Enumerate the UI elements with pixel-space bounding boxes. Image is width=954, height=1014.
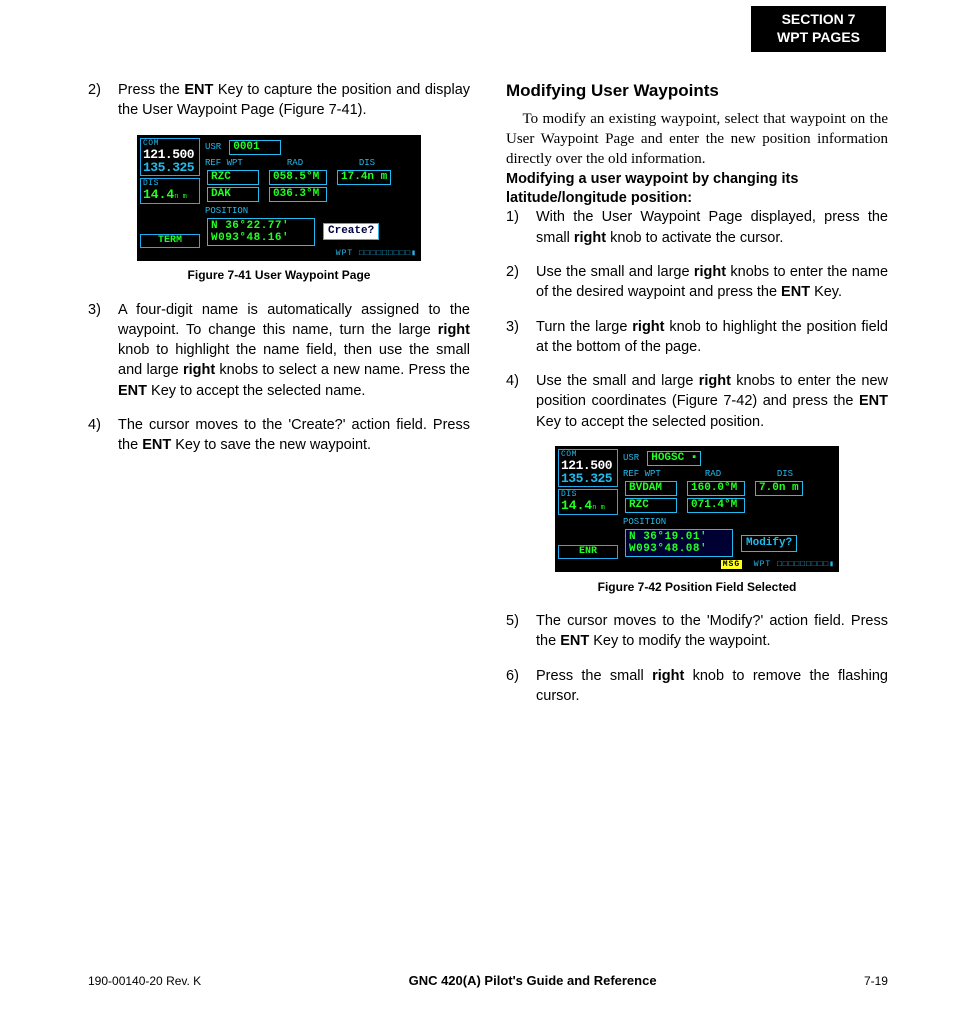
step-text: Turn the large right knob to highlight t… bbox=[536, 317, 888, 358]
page-bar: MSG WPT □□□□□□□□□▮ bbox=[557, 560, 837, 570]
step-text: Press the ENT Key to capture the positio… bbox=[118, 80, 470, 121]
figure-7-41: COM 121.500 135.325 DIS 14.4n m TERM bbox=[88, 135, 470, 284]
left-step-2: 2) Press the ENT Key to capture the posi… bbox=[88, 80, 470, 121]
ref-wpt-2: RZC bbox=[625, 498, 677, 513]
pos-lon: W093°48.16' bbox=[211, 232, 289, 244]
step-number: 6) bbox=[506, 666, 536, 707]
pos-lat: N 36°22.77' bbox=[211, 220, 289, 232]
pos-lat: N 36°19.01' bbox=[629, 531, 707, 543]
step-number: 4) bbox=[88, 415, 118, 456]
step-text: With the User Waypoint Page displayed, p… bbox=[536, 207, 888, 248]
pos-lon: W093°48.08' bbox=[629, 543, 707, 555]
right-step-6: 6) Press the small right knob to remove … bbox=[506, 666, 888, 707]
procedure-title: Modifying a user waypoint by changing it… bbox=[506, 170, 888, 208]
usr-value: HOGSC ▪ bbox=[647, 451, 701, 466]
footer-center: GNC 420(A) Pilot's Guide and Reference bbox=[409, 973, 657, 988]
page-footer: 190-00140-20 Rev. K GNC 420(A) Pilot's G… bbox=[88, 973, 888, 988]
right-step-3: 3) Turn the large right knob to highligh… bbox=[506, 317, 888, 358]
step-text: Press the small right knob to remove the… bbox=[536, 666, 888, 707]
avionics-screen-42: COM 121.500 135.325 DIS 14.4n m ENR bbox=[555, 446, 839, 572]
step-number: 3) bbox=[88, 300, 118, 401]
com-active: 121.500 bbox=[143, 148, 197, 161]
figure-caption-41: Figure 7-41 User Waypoint Page bbox=[88, 267, 470, 283]
com-standby: 135.325 bbox=[561, 472, 615, 485]
dis-value: 14.4 bbox=[561, 498, 592, 513]
intro-paragraph: To modify an existing waypoint, select t… bbox=[506, 109, 888, 170]
dist-1: 7.0n m bbox=[755, 481, 803, 496]
section-tab: SECTION 7 WPT PAGES bbox=[751, 6, 886, 52]
ref-wpt-2: DAK bbox=[207, 187, 259, 202]
step-number: 3) bbox=[506, 317, 536, 358]
modify-action: Modify? bbox=[741, 535, 797, 552]
com-standby: 135.325 bbox=[143, 161, 197, 174]
step-number: 1) bbox=[506, 207, 536, 248]
figure-caption-42: Figure 7-42 Position Field Selected bbox=[506, 579, 888, 595]
page-content: 2) Press the ENT Key to capture the posi… bbox=[88, 80, 888, 954]
step-number: 4) bbox=[506, 371, 536, 432]
ref-wpt-1: RZC bbox=[207, 170, 259, 185]
msg-indicator: MSG bbox=[721, 560, 742, 569]
rad-2: 071.4°M bbox=[687, 498, 745, 513]
usr-value: 0001 bbox=[229, 140, 281, 155]
step-text: Use the small and large right knobs to e… bbox=[536, 371, 888, 432]
step-text: A four-digit name is automatically assig… bbox=[118, 300, 470, 401]
left-step-3: 3) A four-digit name is automatically as… bbox=[88, 300, 470, 401]
figure-7-42: COM 121.500 135.325 DIS 14.4n m ENR bbox=[506, 446, 888, 595]
footer-right: 7-19 bbox=[864, 974, 888, 988]
rad-1: 058.5°M bbox=[269, 170, 327, 185]
right-column: Modifying User Waypoints To modify an ex… bbox=[506, 80, 888, 954]
dis-value: 14.4 bbox=[143, 187, 174, 202]
step-number: 5) bbox=[506, 611, 536, 652]
footer-left: 190-00140-20 Rev. K bbox=[88, 974, 201, 988]
ref-wpt-1: BVDAM bbox=[625, 481, 677, 496]
usr-label: USR bbox=[205, 143, 221, 152]
step-text: Use the small and large right knobs to e… bbox=[536, 262, 888, 303]
position-label: POSITION bbox=[205, 207, 248, 216]
create-action: Create? bbox=[323, 223, 379, 240]
left-step-4: 4) The cursor moves to the 'Create?' act… bbox=[88, 415, 470, 456]
left-column: 2) Press the ENT Key to capture the posi… bbox=[88, 80, 470, 954]
mode-enr: ENR bbox=[579, 546, 597, 557]
avionics-screen-41: COM 121.500 135.325 DIS 14.4n m TERM bbox=[137, 135, 421, 261]
step-text: The cursor moves to the 'Modify?' action… bbox=[536, 611, 888, 652]
right-step-1: 1) With the User Waypoint Page displayed… bbox=[506, 207, 888, 248]
step-number: 2) bbox=[506, 262, 536, 303]
rad-1: 160.0°M bbox=[687, 481, 745, 496]
step-number: 2) bbox=[88, 80, 118, 121]
subheading-modifying: Modifying User Waypoints bbox=[506, 80, 888, 103]
section-tab-line1: SECTION 7 bbox=[777, 11, 860, 29]
mode-term: TERM bbox=[158, 235, 182, 246]
right-step-4: 4) Use the small and large right knobs t… bbox=[506, 371, 888, 432]
right-step-2: 2) Use the small and large right knobs t… bbox=[506, 262, 888, 303]
rad-2: 036.3°M bbox=[269, 187, 327, 202]
position-label: POSITION bbox=[623, 518, 666, 527]
section-tab-line2: WPT PAGES bbox=[777, 29, 860, 47]
step-text: The cursor moves to the 'Create?' action… bbox=[118, 415, 470, 456]
right-step-5: 5) The cursor moves to the 'Modify?' act… bbox=[506, 611, 888, 652]
dist-1: 17.4n m bbox=[337, 170, 391, 185]
page-bar: WPT □□□□□□□□□▮ bbox=[139, 249, 419, 259]
usr-label: USR bbox=[623, 454, 639, 463]
